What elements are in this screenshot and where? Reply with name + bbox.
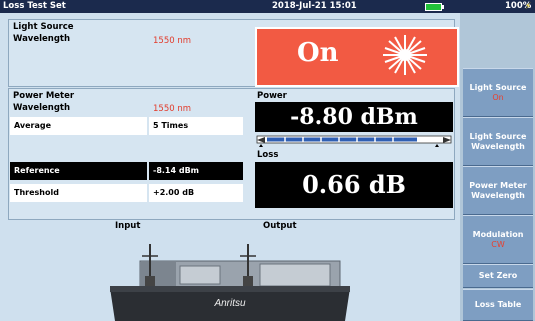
light-source-wavelength-value: 1550 nm — [153, 36, 192, 46]
light-source-state: On — [297, 38, 339, 68]
softkey-modulation[interactable]: Modulation CW — [463, 215, 533, 264]
reference-label: Reference — [10, 162, 147, 180]
power-meter-wavelength-value: 1550 nm — [153, 104, 192, 114]
softkey-label: Set Zero — [478, 271, 518, 280]
softkey-value: On — [492, 92, 504, 102]
softkey-label: Power Meter Wavelength — [469, 180, 527, 200]
title-bar: Loss Test Set 2018-Jul-21 15:01 100% ⚡ — [0, 0, 535, 13]
softkey-sidebar: Light Source On Light Source Wavelength P… — [460, 13, 535, 321]
datetime: 2018-Jul-21 15:01 — [272, 1, 357, 11]
softkey-value: CW — [491, 239, 505, 249]
softkey-label: Light Source — [469, 82, 527, 92]
battery-icon — [425, 3, 444, 11]
light-source-wavelength-label: Wavelength — [13, 34, 71, 44]
main-area: Light Source Wavelength 1550 nm On Power… — [0, 13, 460, 321]
power-meter-wavelength-label: Wavelength — [13, 103, 71, 113]
softkey-label: Modulation — [472, 229, 524, 239]
loss-readout: 0.66 dB — [255, 162, 453, 208]
average-label: Average — [10, 117, 147, 135]
softkey-light-source-wavelength[interactable]: Light Source Wavelength — [463, 117, 533, 166]
softkey-light-source[interactable]: Light Source On — [463, 68, 533, 117]
app-title: Loss Test Set — [3, 1, 66, 11]
brand-logo: Anritsu — [213, 298, 246, 309]
laser-burst-icon — [383, 35, 427, 75]
softkey-power-meter-wavelength[interactable]: Power Meter Wavelength — [463, 166, 533, 215]
softkey-loss-table[interactable]: Loss Table — [463, 289, 533, 321]
softkey-label: Light Source Wavelength — [469, 131, 527, 151]
power-label: Power — [257, 91, 287, 101]
reference-value: -8.14 dBm — [149, 162, 243, 180]
average-value[interactable]: 5 Times — [149, 117, 243, 135]
light-source-state-indicator[interactable]: On — [255, 27, 459, 87]
threshold-value[interactable]: +2.00 dB — [149, 184, 243, 202]
light-source-heading: Light Source — [13, 22, 74, 32]
threshold-label: Threshold — [10, 184, 147, 202]
power-meter-heading: Power Meter — [13, 91, 75, 101]
instrument-illustration: Anritsu — [110, 244, 350, 321]
power-readout: -8.80 dBm — [255, 102, 453, 132]
power-bargraph — [255, 133, 453, 147]
screen: Loss Test Set 2018-Jul-21 15:01 100% ⚡ L… — [0, 0, 535, 321]
softkey-label: Loss Table — [474, 300, 522, 309]
softkey-set-zero[interactable]: Set Zero — [463, 264, 533, 288]
loss-label: Loss — [257, 150, 279, 160]
